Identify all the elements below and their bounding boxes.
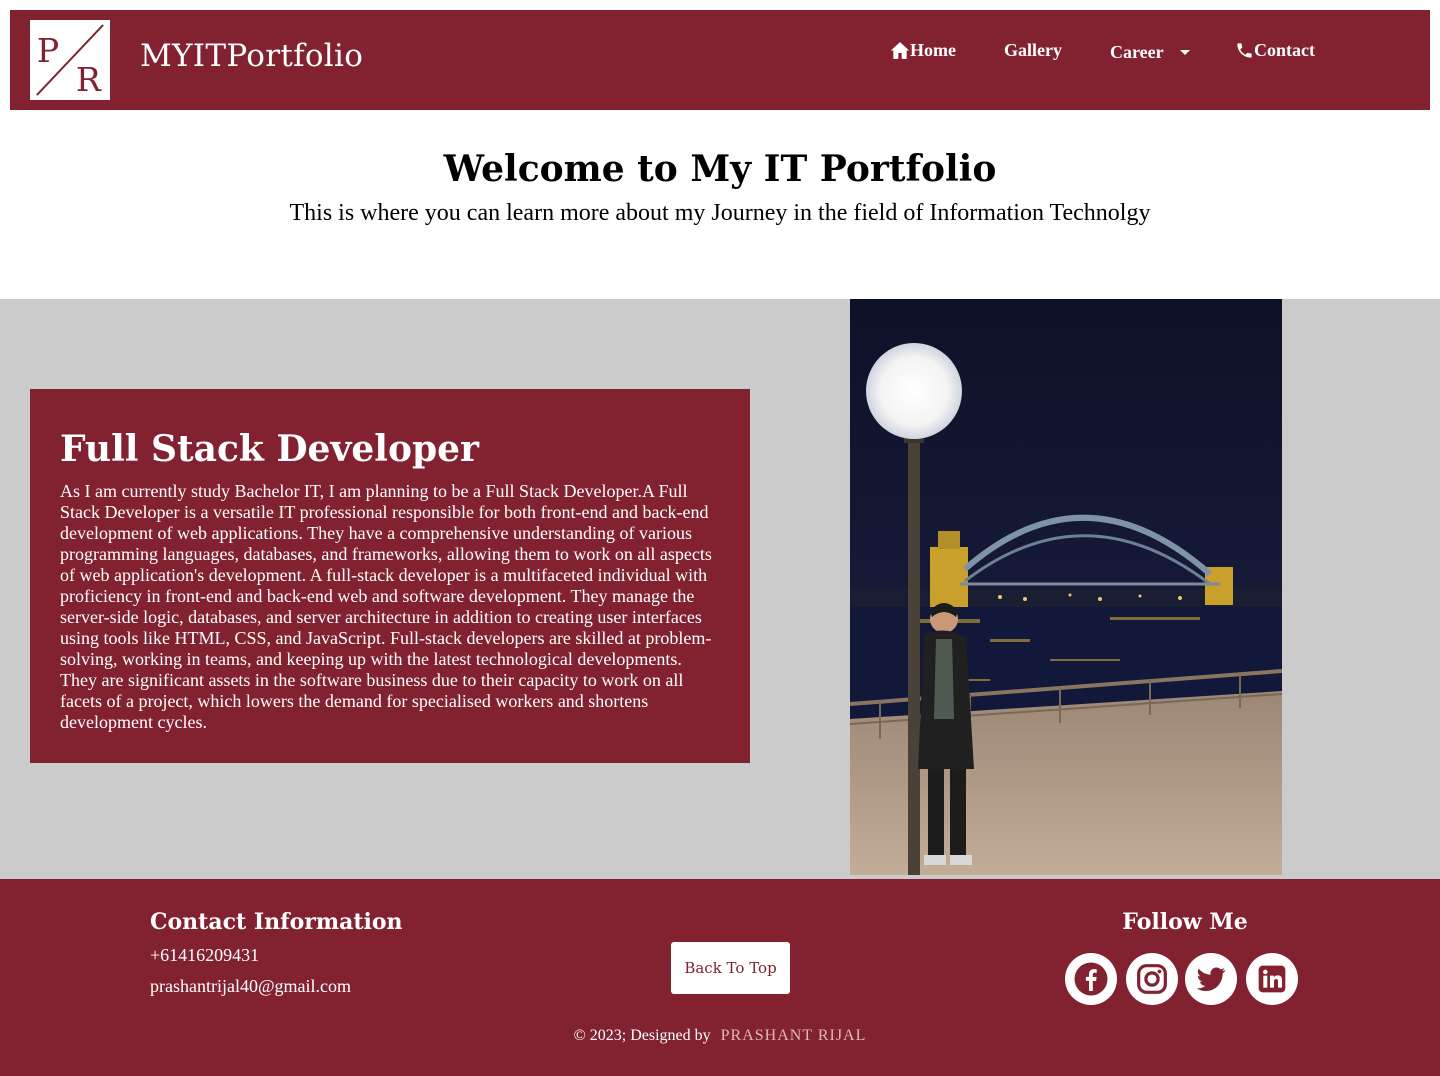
page-title: Welcome to My IT Portfolio — [443, 148, 997, 190]
copyright: © 2023; Designed by PRASHANT RIJAL — [0, 1027, 1440, 1045]
linkedin-icon — [1258, 965, 1286, 993]
instagram-link[interactable] — [1126, 953, 1178, 1005]
copyright-text: © 2023; Designed by — [573, 1027, 711, 1044]
nav-career-dropdown[interactable]: Career — [1110, 42, 1190, 63]
follow-title: Follow Me — [1122, 909, 1248, 935]
logo[interactable]: P R — [30, 20, 110, 100]
nav-home-label: Home — [910, 40, 956, 60]
instagram-icon — [1137, 964, 1167, 994]
phone-icon — [1237, 43, 1252, 58]
nav-contact-label: Contact — [1254, 40, 1315, 60]
role-title: Full Stack Developer — [60, 428, 480, 470]
back-to-top-button[interactable]: Back To Top — [671, 942, 790, 994]
svg-text:R: R — [76, 60, 102, 99]
twitter-icon — [1196, 967, 1226, 992]
profile-photo — [850, 299, 1282, 875]
contact-title: Contact Information — [150, 909, 403, 935]
facebook-icon — [1074, 962, 1108, 996]
home-icon — [890, 42, 910, 59]
page-subtitle: This is where you can learn more about m… — [289, 200, 1151, 226]
about-section: Full Stack Developer As I am currently s… — [0, 299, 1440, 879]
footer: Contact Information +61416209431 prashan… — [0, 879, 1440, 1076]
role-description: As I am currently study Bachelor IT, I a… — [60, 481, 712, 732]
nav-career-label: Career — [1110, 42, 1164, 62]
contact-phone[interactable]: +61416209431 — [150, 945, 259, 966]
contact-email[interactable]: prashantrijal40@gmail.com — [150, 976, 351, 997]
svg-text:P: P — [37, 31, 59, 70]
role-card: Full Stack Developer As I am currently s… — [30, 389, 750, 763]
designer-name[interactable]: PRASHANT RIJAL — [721, 1027, 867, 1044]
logo-mark-icon: P R — [31, 21, 109, 99]
linkedin-link[interactable] — [1246, 953, 1298, 1005]
nav-contact[interactable]: Contact — [1235, 40, 1315, 61]
navbar: P R MYITPortfolio Home Gallery Career Co… — [10, 10, 1430, 110]
facebook-link[interactable] — [1065, 953, 1117, 1005]
nav-home[interactable]: Home — [890, 40, 956, 61]
nav-gallery-label: Gallery — [1004, 40, 1062, 60]
chevron-down-icon — [1179, 50, 1190, 55]
nav-gallery[interactable]: Gallery — [1004, 40, 1062, 61]
brand-name[interactable]: MYITPortfolio — [140, 38, 363, 74]
twitter-link[interactable] — [1185, 953, 1237, 1005]
